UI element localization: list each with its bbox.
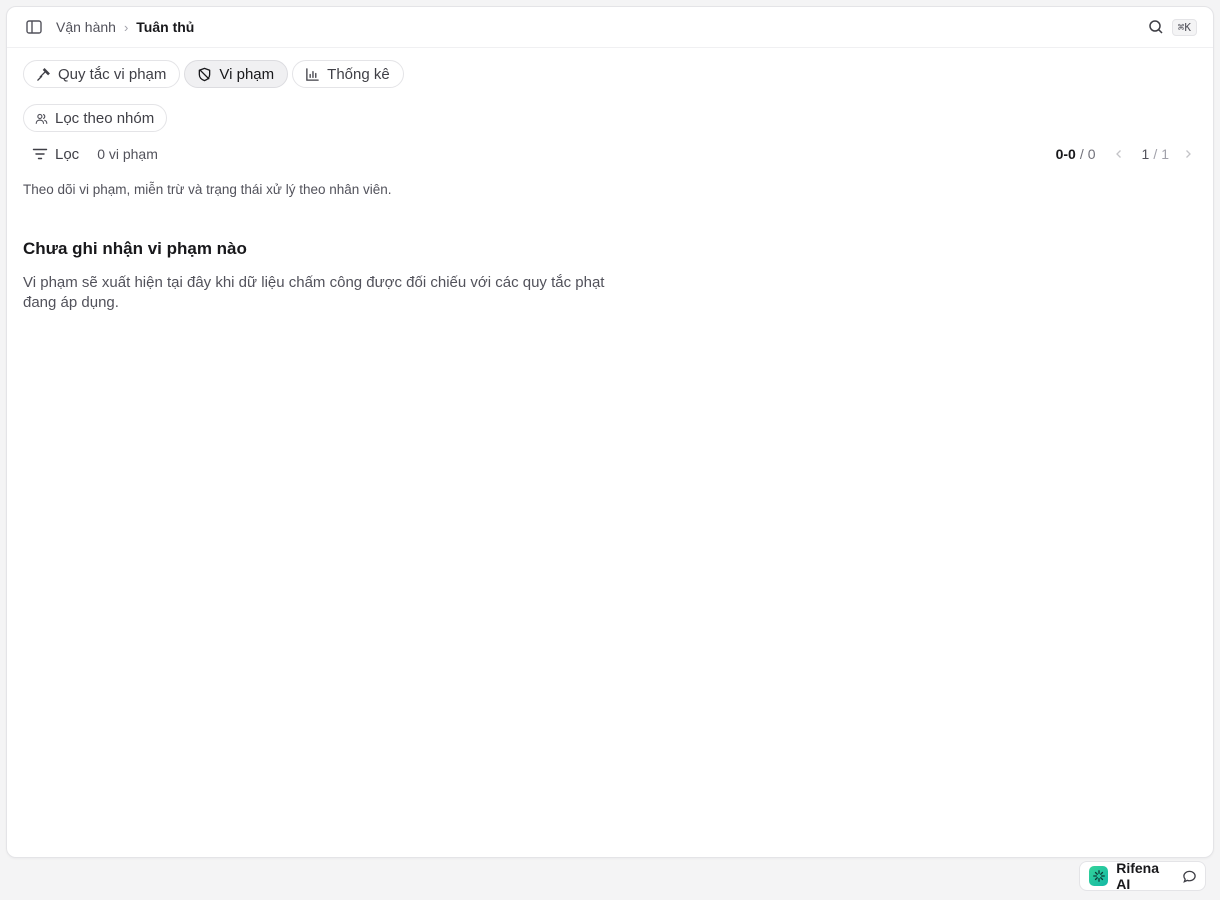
- empty-state-title: Chưa ghi nhận vi phạm nào: [23, 239, 247, 258]
- pagination: 0-0 / 0 1 / 1: [1056, 145, 1197, 163]
- breadcrumb-separator: ›: [123, 19, 129, 35]
- tab-violations[interactable]: Vi phạm: [184, 60, 289, 88]
- group-filter-label: Lọc theo nhóm: [55, 109, 155, 127]
- violation-count: 0 vi phạm: [97, 146, 158, 162]
- top-bar: Vận hành › Tuân thủ ⌘K: [7, 7, 1213, 48]
- chevron-right-icon[interactable]: [1179, 145, 1197, 163]
- pagination-separator: /: [1079, 146, 1084, 162]
- chat-bubble-icon: [1182, 869, 1197, 884]
- search-shortcut: ⌘K: [1171, 18, 1197, 36]
- tab-rules[interactable]: Quy tắc vi phạm: [23, 60, 181, 88]
- filter-label: Lọc: [55, 145, 80, 163]
- sidebar-toggle-icon[interactable]: [24, 17, 44, 37]
- empty-state-body: Vi phạm sẽ xuất hiện tại đây khi dữ liệu…: [23, 274, 605, 311]
- page-current: 1: [1141, 146, 1150, 162]
- page-separator: /: [1153, 146, 1158, 162]
- search-icon[interactable]: [1148, 19, 1164, 35]
- ai-logo-icon: [1089, 866, 1109, 886]
- filter-icon: [32, 146, 48, 162]
- breadcrumb-parent[interactable]: Vận hành: [56, 19, 116, 35]
- ai-assistant-label: Rifena AI: [1116, 860, 1160, 892]
- gavel-icon: [36, 67, 51, 82]
- ai-assistant-button[interactable]: Rifena AI: [1079, 860, 1206, 892]
- page-description: Theo dõi vi phạm, miễn trừ và trạng thái…: [23, 182, 392, 197]
- filter-bar: Lọc 0 vi phạm 0-0 / 0 1 / 1: [23, 140, 1197, 168]
- tab-statistics[interactable]: Thống kê: [292, 60, 404, 88]
- chevron-left-icon[interactable]: [1110, 145, 1128, 163]
- tab-label: Quy tắc vi phạm: [58, 65, 167, 83]
- bar-chart-icon: [305, 67, 320, 82]
- main-panel: Vận hành › Tuân thủ ⌘K Quy tắc vi phạm V…: [6, 6, 1214, 858]
- shield-icon: [197, 67, 212, 82]
- group-filter-button[interactable]: Lọc theo nhóm: [23, 104, 168, 132]
- users-icon: [35, 112, 48, 125]
- pagination-range: 0-0: [1055, 146, 1076, 162]
- breadcrumb-current: Tuân thủ: [136, 19, 195, 35]
- pagination-total: 0: [1087, 146, 1096, 162]
- filter-button[interactable]: Lọc: [23, 140, 87, 168]
- tab-bar: Quy tắc vi phạm Vi phạm Thống kê: [23, 60, 1197, 88]
- page-total: 1: [1161, 146, 1169, 162]
- tab-label: Thống kê: [327, 65, 390, 83]
- tab-label: Vi phạm: [219, 65, 275, 83]
